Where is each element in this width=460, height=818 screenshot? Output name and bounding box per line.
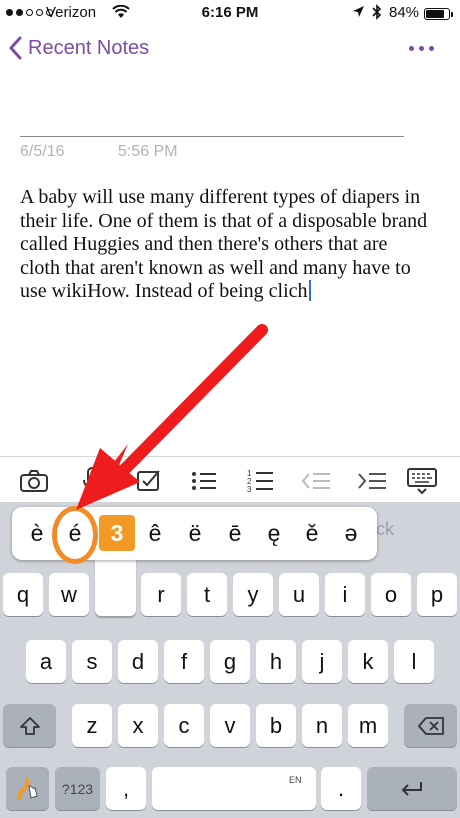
camera-icon xyxy=(20,470,48,492)
note-body-text: A baby will use many different types of … xyxy=(20,186,428,302)
key-l[interactable]: l xyxy=(394,640,434,683)
accent-e-grave[interactable]: è xyxy=(19,515,55,551)
note-body-editor[interactable]: A baby will use many different types of … xyxy=(20,186,430,304)
indent-button[interactable] xyxy=(356,465,388,497)
key-z[interactable]: z xyxy=(72,704,112,747)
chevron-left-icon xyxy=(9,36,22,60)
bluetooth-icon xyxy=(372,4,382,20)
key-s[interactable]: s xyxy=(72,640,112,683)
key-t[interactable]: t xyxy=(187,573,227,616)
pressed-e-key xyxy=(95,556,136,616)
camera-button[interactable] xyxy=(18,465,50,497)
hide-keyboard-button[interactable] xyxy=(406,465,438,497)
numbered-list-button[interactable]: 1 2 3 xyxy=(244,465,276,497)
more-options-button[interactable] xyxy=(409,46,434,51)
accent-e-macron[interactable]: ē xyxy=(217,515,253,551)
return-key[interactable] xyxy=(367,767,457,810)
bulleted-list-button[interactable] xyxy=(188,465,220,497)
svg-text:3: 3 xyxy=(247,485,252,494)
indent-icon xyxy=(358,473,386,489)
key-j[interactable]: j xyxy=(302,640,342,683)
shift-arrow-icon xyxy=(19,716,40,735)
return-arrow-icon xyxy=(401,781,422,796)
key-v[interactable]: v xyxy=(210,704,250,747)
key-d[interactable]: d xyxy=(118,640,158,683)
key-g[interactable]: g xyxy=(210,640,250,683)
key-p[interactable]: p xyxy=(417,573,457,616)
keyboard-hide-icon xyxy=(407,468,437,495)
key-q[interactable]: q xyxy=(3,573,43,616)
key-u[interactable]: u xyxy=(279,573,319,616)
checkbox-icon xyxy=(137,470,160,491)
outdent-button[interactable] xyxy=(300,465,332,497)
backspace-icon xyxy=(417,716,444,735)
note-date: 6/5/16 xyxy=(20,143,65,160)
outdent-icon xyxy=(301,473,330,489)
numbered-list-icon: 1 2 3 xyxy=(247,469,273,494)
shift-key[interactable] xyxy=(3,704,56,747)
accent-schwa[interactable]: ə xyxy=(333,515,369,551)
accent-e-caron[interactable]: ě xyxy=(294,515,330,551)
key-k[interactable]: k xyxy=(348,640,388,683)
comma-key[interactable]: , xyxy=(106,767,146,810)
key-h[interactable]: h xyxy=(256,640,296,683)
key-c[interactable]: c xyxy=(164,704,204,747)
bulleted-list-icon xyxy=(192,472,216,490)
numbers-key[interactable]: ?123 xyxy=(55,767,100,810)
note-title-divider xyxy=(20,136,404,137)
key-x[interactable]: x xyxy=(118,704,158,747)
space-key[interactable] xyxy=(152,767,316,810)
dictation-button[interactable] xyxy=(76,465,108,497)
key-i[interactable]: i xyxy=(325,573,365,616)
back-button[interactable]: Recent Notes xyxy=(8,36,149,60)
text-caret xyxy=(308,280,311,301)
key-f[interactable]: f xyxy=(164,640,204,683)
battery-icon xyxy=(424,8,453,20)
accent-e-circumflex[interactable]: ê xyxy=(137,515,173,551)
swype-logo-icon xyxy=(16,777,38,800)
checklist-button[interactable] xyxy=(132,465,164,497)
accent-e-ogonek[interactable]: ę xyxy=(256,515,292,551)
formatting-toolbar: 1 2 3 xyxy=(0,456,460,502)
status-bar: Verizon 6:16 PM 84% xyxy=(0,0,460,28)
note-time: 5:56 PM xyxy=(118,143,178,160)
highlight-circle xyxy=(52,506,98,564)
more-dots-icon xyxy=(409,46,414,51)
swype-logo-key[interactable] xyxy=(6,767,49,810)
key-a[interactable]: a xyxy=(26,640,66,683)
location-icon xyxy=(353,6,364,17)
battery-percent: 84% xyxy=(389,4,420,21)
delete-key[interactable] xyxy=(404,704,457,747)
key-o[interactable]: o xyxy=(371,573,411,616)
back-button-label: Recent Notes xyxy=(28,36,150,59)
accent-number-3[interactable]: 3 xyxy=(99,515,135,551)
language-indicator: EN xyxy=(289,775,302,785)
microphone-icon xyxy=(83,467,101,493)
accent-e-diaeresis[interactable]: ë xyxy=(177,515,213,551)
key-b[interactable]: b xyxy=(256,704,296,747)
key-m[interactable]: m xyxy=(348,704,388,747)
key-y[interactable]: y xyxy=(233,573,273,616)
period-key[interactable]: . xyxy=(321,767,361,810)
key-w[interactable]: w xyxy=(49,573,89,616)
key-r[interactable]: r xyxy=(141,573,181,616)
key-n[interactable]: n xyxy=(302,704,342,747)
